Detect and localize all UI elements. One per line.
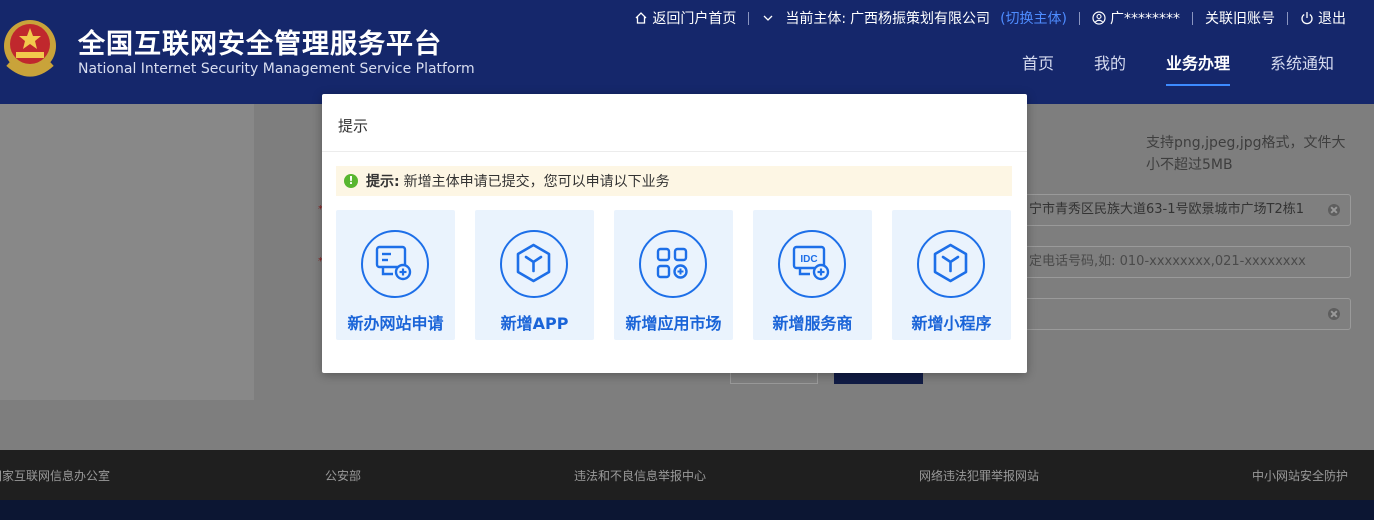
new-app-label: 新增APP: [500, 314, 569, 333]
chevron-down-icon: [763, 15, 773, 21]
new-app-market-card[interactable]: 新增应用市场: [614, 210, 733, 340]
service-options: 新办网站申请 新增APP 新增应用市场 IDC 新增服务商 新增小程序: [336, 210, 1011, 340]
mini-program-cube-icon: [917, 230, 985, 298]
address-input[interactable]: 宁市青秀区民族大道63-1号欧景城市广场T2栋1: [1018, 194, 1351, 226]
logout-label: 退出: [1318, 11, 1346, 27]
new-app-market-label: 新增应用市场: [625, 314, 722, 333]
divider: [748, 11, 750, 25]
footer-bottom-bar: [0, 500, 1374, 520]
clear-icon[interactable]: [1328, 204, 1340, 216]
divider: [1287, 11, 1288, 25]
top-utility-bar: 返回门户首页 当前主体: 广西杨振策划有限公司 (切换主体) 广********…: [634, 8, 1346, 28]
new-service-provider-label: 新增服务商: [772, 314, 853, 333]
link-old-account-label: 关联旧账号: [1205, 11, 1275, 27]
footer: 国家互联网信息办公室 公安部 违法和不良信息举报中心 网络违法犯罪举报网站 中小…: [0, 450, 1374, 500]
switch-entity-link[interactable]: (切换主体): [1000, 8, 1067, 28]
tab-home[interactable]: 首页: [1022, 52, 1054, 86]
address-value: 宁市青秀区民族大道63-1号欧景城市广场T2栋1: [1029, 202, 1304, 217]
home-icon: [635, 12, 647, 24]
footer-link-mps[interactable]: 公安部: [325, 467, 361, 484]
divider: [1192, 11, 1193, 25]
prompt-dialog: 提示 ! 提示: 新增主体申请已提交，您可以申请以下业务 新办网站申请 新增AP…: [322, 94, 1027, 373]
site-title: 全国互联网安全管理服务平台: [78, 29, 442, 60]
home-link[interactable]: 返回门户首页: [634, 8, 736, 28]
idc-provider-icon: IDC: [778, 230, 846, 298]
dialog-title: 提示: [338, 117, 369, 135]
site-subtitle: National Internet Security Management Se…: [78, 61, 475, 77]
divider: [322, 151, 1027, 152]
user-icon: [1092, 11, 1106, 25]
footer-link-sme-security[interactable]: 中小网站安全防护: [1252, 467, 1348, 484]
new-app-card[interactable]: 新增APP: [475, 210, 594, 340]
success-icon: !: [344, 174, 358, 188]
site-header: 全国互联网安全管理服务平台 National Internet Security…: [0, 0, 1374, 104]
clear-icon[interactable]: [1328, 308, 1340, 320]
power-icon: [1301, 12, 1313, 25]
alert-label: 提示:: [366, 174, 400, 190]
national-emblem-icon: [4, 20, 56, 77]
footer-link-cybercrime[interactable]: 网络违法犯罪举报网站: [919, 467, 1039, 484]
home-link-label: 返回门户首页: [652, 11, 737, 27]
phone-placeholder: 定电话号码,如: 010-xxxxxxxx,021-xxxxxxxx: [1029, 254, 1306, 269]
user-account[interactable]: 广********: [1092, 8, 1180, 28]
new-mini-program-label: 新增小程序: [911, 314, 992, 333]
idc-text: IDC: [800, 254, 817, 265]
website-add-icon: [361, 230, 429, 298]
link-old-account-link[interactable]: 关联旧账号: [1205, 8, 1275, 28]
app-market-icon: [639, 230, 707, 298]
username: 广********: [1110, 11, 1180, 27]
footer-link-report-center[interactable]: 违法和不良信息举报中心: [574, 467, 706, 484]
entity-label: 当前主体:: [785, 11, 847, 27]
success-alert: ! 提示: 新增主体申请已提交，您可以申请以下业务: [336, 166, 1012, 196]
logout-button[interactable]: 退出: [1300, 8, 1346, 28]
phone-input[interactable]: 定电话号码,如: 010-xxxxxxxx,021-xxxxxxxx: [1018, 246, 1351, 278]
file-format-hint: 支持png,jpeg,jpg格式，文件大小不超过5MB: [1146, 135, 1346, 173]
tab-business[interactable]: 业务办理: [1165, 52, 1230, 86]
new-mini-program-card[interactable]: 新增小程序: [892, 210, 1011, 340]
new-service-provider-card[interactable]: IDC 新增服务商: [753, 210, 872, 340]
entity-name: 广西杨振策划有限公司: [850, 11, 991, 27]
new-website-label: 新办网站申请: [347, 314, 444, 333]
new-website-card[interactable]: 新办网站申请: [336, 210, 455, 340]
tab-notifications[interactable]: 系统通知: [1270, 52, 1334, 86]
footer-link-cac[interactable]: 国家互联网信息办公室: [0, 467, 110, 484]
divider: [1079, 11, 1080, 25]
app-cube-icon: [500, 230, 568, 298]
left-panel: [0, 104, 254, 400]
text-input[interactable]: [1018, 298, 1351, 330]
alert-text: 新增主体申请已提交，您可以申请以下业务: [403, 174, 670, 190]
current-entity[interactable]: 当前主体: 广西杨振策划有限公司 (切换主体): [761, 8, 1067, 28]
main-nav: 首页 我的 业务办理 系统通知: [1022, 52, 1334, 86]
tab-mine[interactable]: 我的: [1094, 52, 1126, 86]
